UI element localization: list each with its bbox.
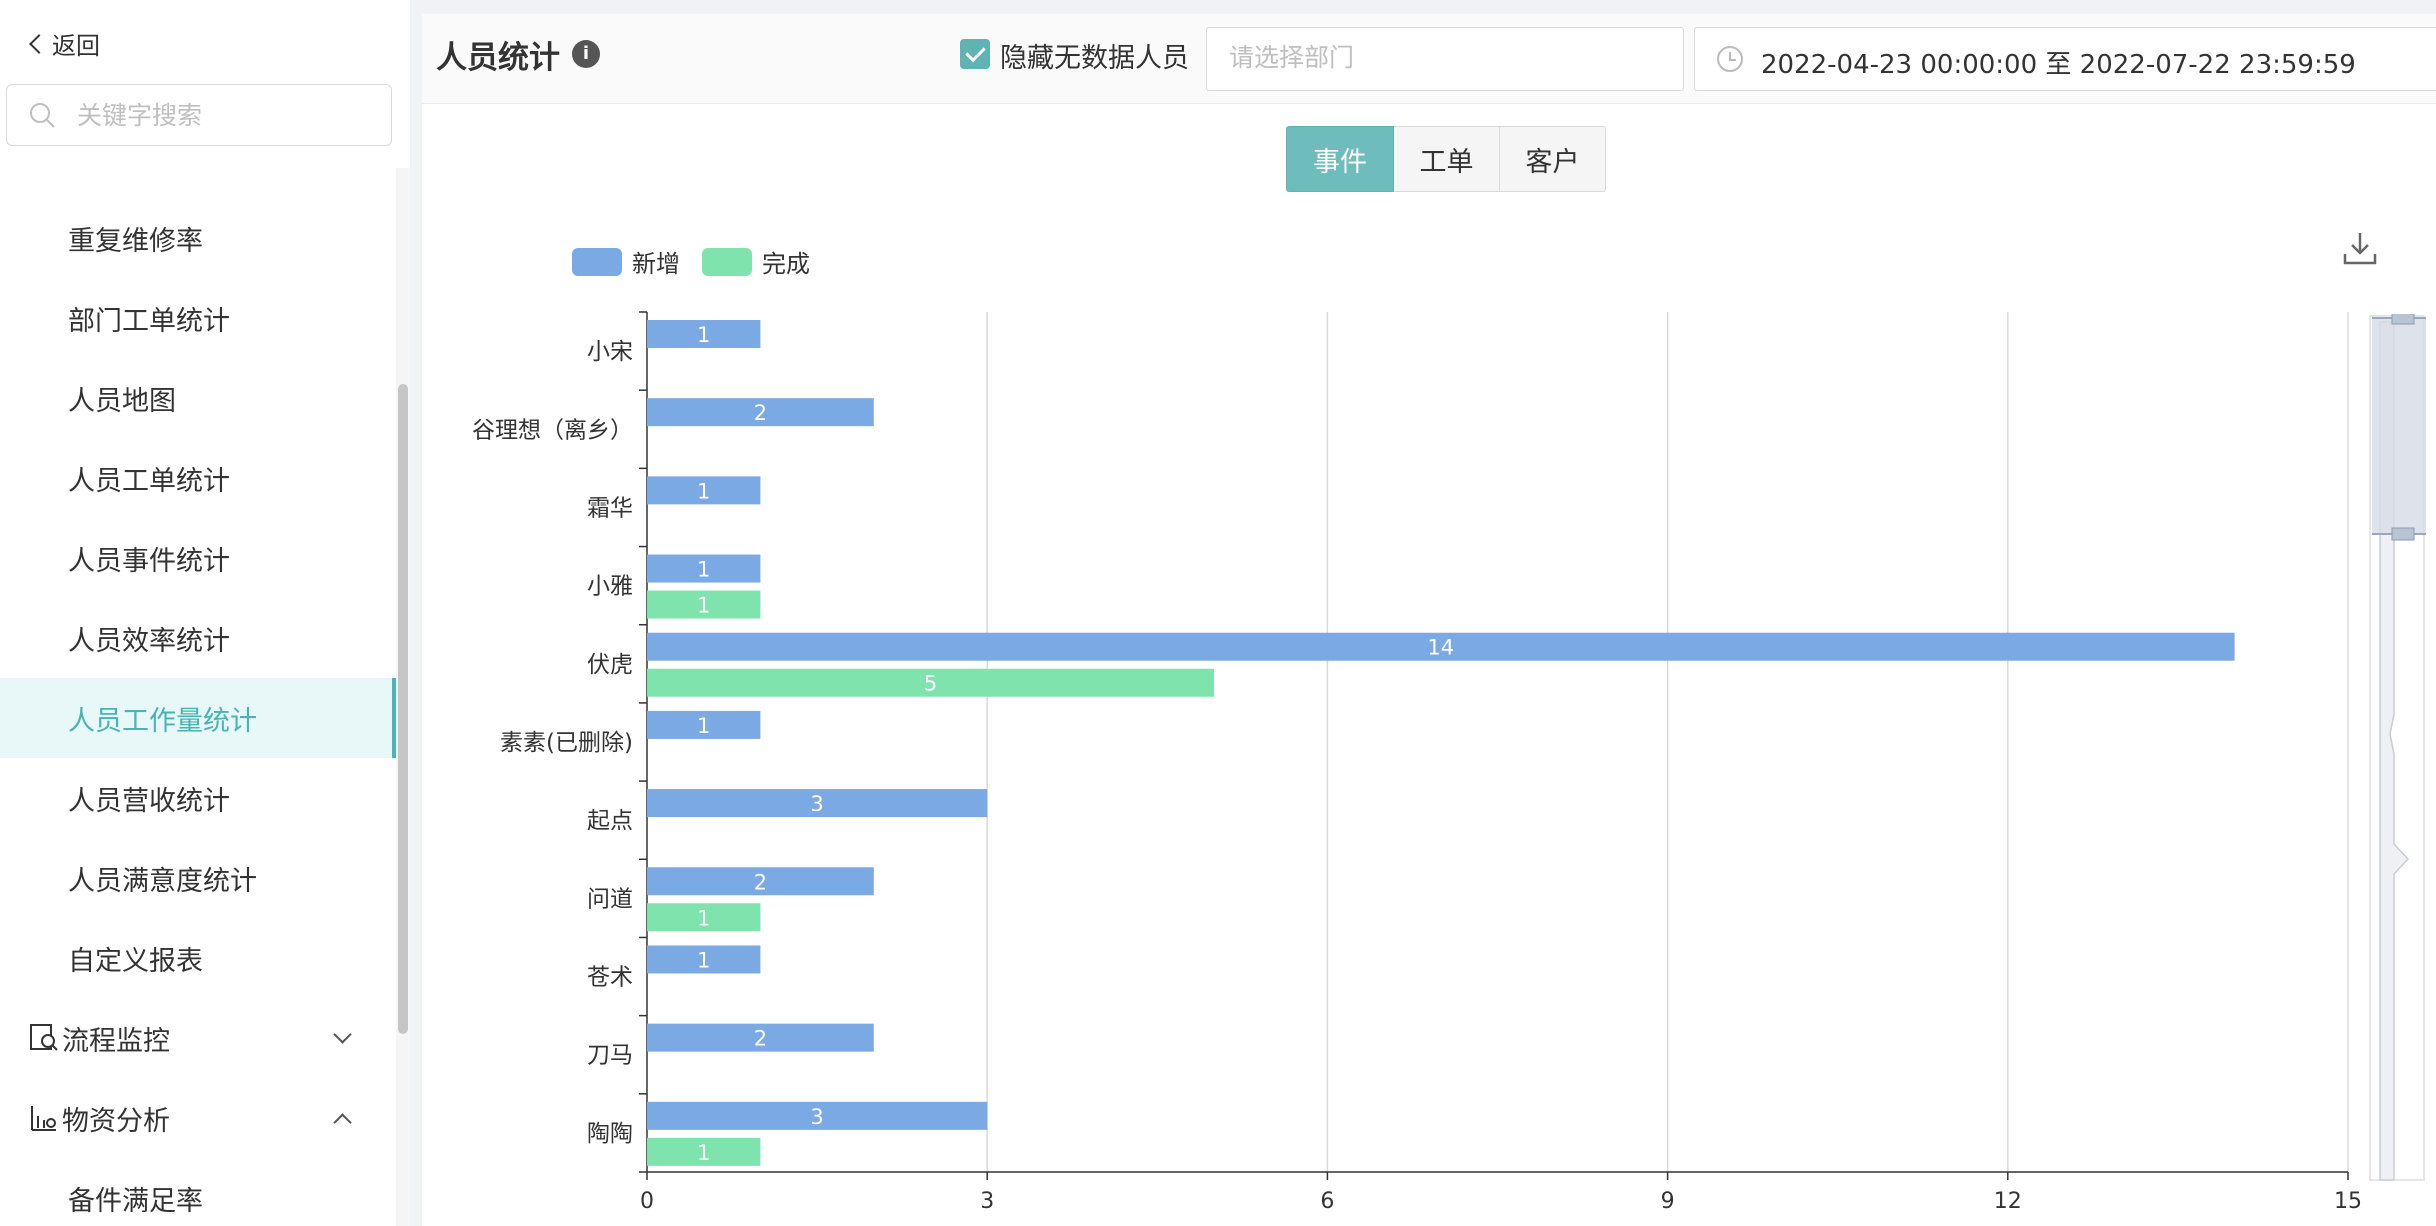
sidebar-item-label: 自定义报表 xyxy=(68,945,203,977)
bar-value-label: 1 xyxy=(697,323,710,347)
bar-value-label: 3 xyxy=(810,792,823,816)
workload-bar-chart: 0 3 6 9 12 15小宋1谷理想（离乡）2霜华1小雅11伏虎145素素(已删除)1起… xyxy=(472,311,2362,1214)
sidebar-item-label: 重复维修率 xyxy=(68,225,203,257)
x-tick-label: 9 xyxy=(1661,1189,1675,1214)
sidebar-scrollbar-thumb[interactable] xyxy=(398,384,408,1034)
bar-value-label: 2 xyxy=(754,870,767,894)
y-category-label: 陶陶 xyxy=(587,1121,633,1147)
y-category-label: 问道 xyxy=(587,886,633,912)
sidebar-item-label: 部门工单统计 xyxy=(68,305,230,337)
x-tick-label: 12 xyxy=(1994,1189,2022,1214)
zoom-handle-top[interactable] xyxy=(2391,314,2415,325)
bar-value-label: 1 xyxy=(697,714,710,738)
y-category-label: 伏虎 xyxy=(587,652,633,678)
sidebar-item-label: 人员效率统计 xyxy=(68,625,230,657)
sidebar: 返回 重复维修率 部门工单统计 人员地图 人员工单统计 人员事件统计 人员效率统… xyxy=(0,0,410,1226)
sidebar-item-repeat-repair-rate[interactable]: 重复维修率 xyxy=(0,198,396,278)
main-panel: 人员统计 i 隐藏无数据人员 请选择部门 2022-04-23 00:00:00… xyxy=(422,14,2436,1226)
sidebar-menu: 重复维修率 部门工单统计 人员地图 人员工单统计 人员事件统计 人员效率统计 人… xyxy=(0,168,396,1226)
bar-value-label: 1 xyxy=(697,558,710,582)
sidebar-item-staff-satisfaction-stats[interactable]: 人员满意度统计 xyxy=(0,838,396,918)
bar-value-label: 1 xyxy=(697,1141,710,1165)
search-icon xyxy=(30,103,55,128)
search-input[interactable] xyxy=(77,100,377,130)
sidebar-item-label: 人员满意度统计 xyxy=(68,865,257,897)
sidebar-group-label: 流程监控 xyxy=(62,1025,170,1057)
sidebar-item-staff-efficiency-stats[interactable]: 人员效率统计 xyxy=(0,598,396,678)
chevron-down-icon xyxy=(333,1025,352,1044)
chevron-up-icon xyxy=(333,1113,352,1132)
x-tick-label: 0 xyxy=(640,1189,654,1214)
sidebar-item-label: 人员工作量统计 xyxy=(68,705,257,737)
material-analysis-icon xyxy=(31,1106,56,1131)
sidebar-scrollbar[interactable] xyxy=(396,168,410,1226)
y-category-label: 刀马 xyxy=(587,1043,633,1069)
sidebar-item-label: 人员地图 xyxy=(68,385,176,417)
sidebar-item-spare-part-rate[interactable]: 备件满足率 xyxy=(0,1158,396,1226)
bar-value-label: 1 xyxy=(697,594,710,618)
y-category-label: 小雅 xyxy=(587,574,633,600)
bar-value-label: 3 xyxy=(810,1105,823,1129)
app-root: 返回 重复维修率 部门工单统计 人员地图 人员工单统计 人员事件统计 人员效率统… xyxy=(0,0,2436,1226)
chevron-left-icon xyxy=(29,33,49,54)
back-button[interactable]: 返回 xyxy=(29,26,100,61)
bar-value-label: 14 xyxy=(1427,636,1454,660)
bar-value-label: 2 xyxy=(754,1027,767,1051)
x-tick-label: 3 xyxy=(980,1189,994,1214)
back-label: 返回 xyxy=(52,32,100,60)
zoom-window[interactable] xyxy=(2372,318,2426,534)
sidebar-item-staff-map[interactable]: 人员地图 xyxy=(0,358,396,438)
sidebar-item-label: 人员营收统计 xyxy=(68,785,230,817)
sidebar-group-process-monitor[interactable]: 流程监控 xyxy=(0,998,396,1078)
zoom-handle-bottom[interactable] xyxy=(2391,527,2415,541)
y-category-label: 谷理想（离乡） xyxy=(472,417,633,443)
sidebar-item-staff-event-stats[interactable]: 人员事件统计 xyxy=(0,518,396,598)
y-category-label: 霜华 xyxy=(587,495,633,521)
y-category-label: 小宋 xyxy=(587,339,633,365)
bar-value-label: 1 xyxy=(697,948,710,972)
sidebar-item-label: 人员工单统计 xyxy=(68,465,230,497)
sidebar-item-dept-ticket-stats[interactable]: 部门工单统计 xyxy=(0,278,396,358)
sidebar-item-staff-revenue-stats[interactable]: 人员营收统计 xyxy=(0,758,396,838)
chart-zoom-slider[interactable] xyxy=(2368,314,2428,1194)
sidebar-group-label: 物资分析 xyxy=(62,1105,170,1137)
search-box xyxy=(6,84,392,146)
bar-value-label: 2 xyxy=(754,401,767,425)
x-tick-label: 6 xyxy=(1320,1189,1334,1214)
sidebar-item-custom-report[interactable]: 自定义报表 xyxy=(0,918,396,998)
x-tick-label: 15 xyxy=(2334,1189,2362,1214)
process-monitor-icon xyxy=(30,1024,58,1051)
y-category-label: 起点 xyxy=(587,808,633,834)
y-category-label: 素素(已删除) xyxy=(500,730,633,756)
sidebar-group-material-analysis[interactable]: 物资分析 xyxy=(0,1078,396,1158)
bar-value-label: 1 xyxy=(697,906,710,930)
sidebar-item-staff-ticket-stats[interactable]: 人员工单统计 xyxy=(0,438,396,518)
bar-value-label: 5 xyxy=(924,672,937,696)
y-category-label: 苍术 xyxy=(587,965,633,991)
sidebar-item-staff-workload-stats[interactable]: 人员工作量统计 xyxy=(0,678,396,758)
sidebar-item-label: 备件满足率 xyxy=(68,1185,203,1217)
sidebar-item-label: 人员事件统计 xyxy=(68,545,230,577)
bar-value-label: 1 xyxy=(697,479,710,503)
